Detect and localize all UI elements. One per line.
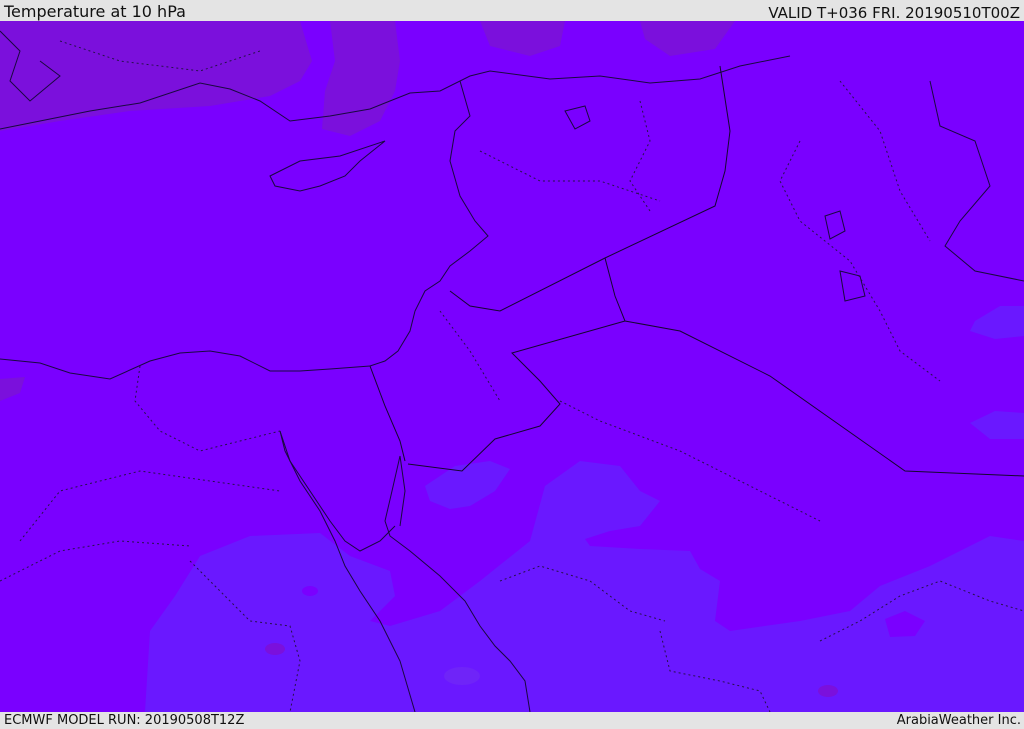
small-cool-spot-1 <box>444 667 480 685</box>
credit-label: ArabiaWeather Inc. <box>896 713 1021 728</box>
footer-bar: ECMWF MODEL RUN: 20190508T12Z ArabiaWeat… <box>0 712 1024 729</box>
weather-map[interactable] <box>0 21 1024 712</box>
small-cool-spot-4 <box>818 685 838 697</box>
small-cool-spot-2 <box>302 586 318 596</box>
valid-time: VALID T+036 FRI. 20190510T00Z <box>768 4 1020 22</box>
small-cool-spot-3 <box>265 643 285 655</box>
map-canvas <box>0 21 1024 712</box>
model-run: ECMWF MODEL RUN: 20190508T12Z <box>4 713 245 728</box>
map-title: Temperature at 10 hPa <box>4 2 186 21</box>
header-bar: Temperature at 10 hPa VALID T+036 FRI. 2… <box>0 0 1024 22</box>
